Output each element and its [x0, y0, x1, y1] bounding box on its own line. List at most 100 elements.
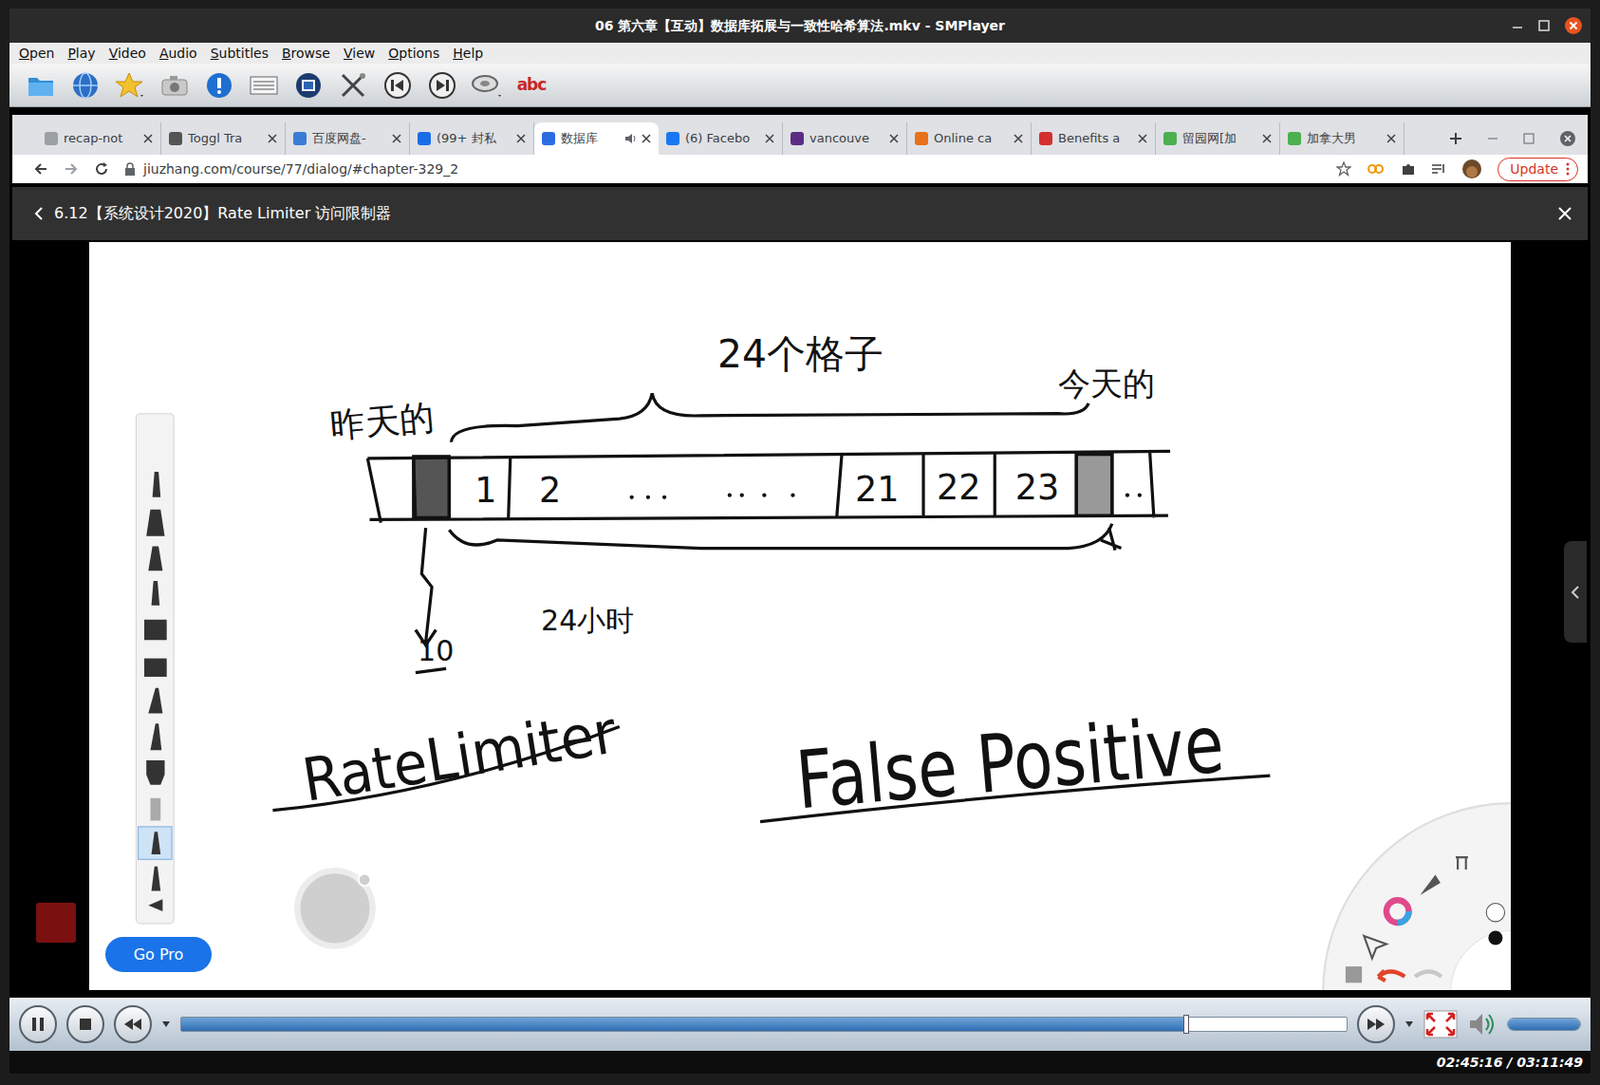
new-tab-icon[interactable] [1449, 131, 1463, 146]
open-folder-icon[interactable] [24, 69, 57, 102]
tab-label[interactable]: recap-not [63, 129, 138, 149]
volume-slider[interactable] [1506, 1017, 1582, 1031]
tab-label[interactable]: 数据库 [560, 129, 619, 149]
speaker-icon[interactable] [624, 132, 636, 145]
bookmark-star-icon[interactable] [1336, 161, 1352, 177]
browser-tab[interactable]: Benefits a [1031, 122, 1156, 155]
forward-arrow-icon[interactable] [63, 161, 79, 177]
tab-close-icon[interactable] [1137, 133, 1148, 144]
tab-label[interactable]: 留园网[加 [1182, 129, 1257, 149]
fullscreen-icon[interactable] [1423, 1009, 1458, 1039]
menu-item[interactable]: Subtitles [210, 44, 269, 62]
play-pause-button[interactable] [18, 1004, 57, 1043]
close-dialog-icon[interactable] [1557, 205, 1573, 222]
browser-tab[interactable]: (99+ 封私 [409, 122, 535, 155]
menu-item[interactable]: Browse [281, 44, 331, 62]
tab-close-icon[interactable] [391, 133, 402, 144]
seek-handle[interactable] [1183, 1014, 1190, 1034]
stop-button[interactable] [66, 1004, 105, 1043]
tab-label[interactable]: (6) Facebo [685, 129, 760, 149]
tab-close-icon[interactable] [1386, 133, 1396, 144]
tab-label[interactable]: (99+ 封私 [436, 129, 511, 149]
menu-item[interactable]: Play [67, 44, 95, 62]
rewind-button[interactable] [113, 1004, 152, 1043]
subtitles-icon[interactable]: abc [515, 69, 548, 102]
tool-palette[interactable] [135, 413, 174, 924]
tab-close-icon[interactable] [641, 133, 652, 144]
browser-tab[interactable]: Online ca [907, 122, 1032, 155]
back-chevron-icon[interactable] [33, 205, 45, 222]
video-area[interactable]: recap-not Toggl Tra 百度网盘- (99+ 封私 数据库 (6) Fac… [9, 107, 1591, 998]
tab-close-icon[interactable] [889, 133, 899, 144]
browser-tab[interactable]: 数据库 [534, 122, 659, 155]
browser-close-icon[interactable] [1559, 130, 1577, 148]
favorites-star-icon[interactable] [113, 69, 147, 102]
side-panel-toggle[interactable] [1563, 540, 1587, 643]
tab-label[interactable]: 百度网盘- [312, 129, 387, 149]
previous-icon[interactable] [381, 69, 414, 102]
volume-icon[interactable] [1467, 1009, 1498, 1039]
whiteboard[interactable]: 12212223 24个格子 昨天的 今天的 24小时 10 RateLimit… [89, 241, 1511, 990]
record-round-button[interactable] [297, 870, 373, 947]
radial-tool-menu[interactable] [1322, 802, 1511, 990]
tab-close-icon[interactable] [516, 133, 526, 144]
globe-icon[interactable] [69, 69, 102, 102]
back-arrow-icon[interactable] [33, 161, 49, 177]
rewind-icon[interactable] [122, 1016, 144, 1032]
url-field[interactable]: jiuzhang.com/course/77/dialog/#chapter-3… [143, 159, 459, 180]
playlist-icon[interactable] [247, 69, 280, 102]
extensions-puzzle-icon[interactable] [1400, 161, 1416, 177]
update-label[interactable]: Update [1509, 159, 1559, 180]
browser-tab[interactable]: 百度网盘- [285, 122, 410, 155]
profile-avatar-icon[interactable] [1461, 158, 1483, 180]
menu-item[interactable]: View [343, 44, 375, 62]
screenshot-camera-icon[interactable] [158, 69, 191, 102]
menu-item[interactable]: Options [388, 44, 440, 62]
browser-tab[interactable]: 加拿大男 [1280, 122, 1405, 155]
tab-close-icon[interactable] [143, 133, 153, 144]
disc-icon[interactable] [470, 69, 503, 102]
rewind-menu-arrow-icon[interactable] [161, 1020, 171, 1028]
browser-tab[interactable]: 留园网[加 [1155, 122, 1281, 155]
browser-tab[interactable]: (6) Facebo [658, 122, 783, 155]
subtitles-icon-text[interactable]: abc [517, 73, 547, 98]
tab-close-icon[interactable] [764, 133, 775, 144]
tab-label[interactable]: 加拿大男 [1306, 129, 1381, 149]
minimize-icon[interactable] [1510, 18, 1525, 33]
next-icon[interactable] [426, 69, 459, 102]
browser-tab[interactable]: Toggl Tra [161, 122, 286, 155]
seek-bar[interactable] [180, 1016, 1348, 1032]
browser-maximize-icon[interactable] [1523, 132, 1535, 145]
chevron-left-icon[interactable] [1570, 584, 1581, 600]
close-icon[interactable] [1563, 16, 1583, 36]
maximize-icon[interactable] [1537, 18, 1551, 33]
more-dots-icon[interactable] [1565, 162, 1570, 176]
update-button[interactable]: Update [1497, 157, 1579, 182]
tab-label[interactable]: Benefits a [1058, 129, 1133, 149]
go-pro-button[interactable]: Go Pro [105, 936, 212, 972]
tab-close-icon[interactable] [1013, 133, 1024, 144]
menu-item[interactable]: Video [109, 44, 147, 62]
browser-minimize-icon[interactable] [1487, 132, 1499, 145]
film-icon[interactable] [292, 69, 325, 102]
menu-item[interactable]: Open [18, 44, 55, 62]
pause-icon[interactable] [30, 1015, 46, 1033]
lock-icon[interactable] [124, 162, 136, 176]
tab-label[interactable]: Online ca [933, 129, 1008, 149]
preferences-tools-icon[interactable] [336, 69, 370, 102]
tab-label[interactable]: vancouve [809, 129, 884, 149]
browser-tab[interactable]: recap-not [37, 122, 162, 155]
browser-tab[interactable]: vancouve [782, 122, 908, 155]
tab-label[interactable]: Toggl Tra [187, 129, 262, 149]
menu-item[interactable]: Audio [159, 44, 198, 62]
extension-link-icon[interactable] [1366, 162, 1386, 176]
reload-icon[interactable] [93, 161, 110, 177]
forward-menu-arrow-icon[interactable] [1404, 1020, 1414, 1028]
forward-button[interactable] [1357, 1004, 1396, 1043]
media-control-icon[interactable] [1431, 161, 1447, 177]
forward-icon[interactable] [1365, 1016, 1387, 1032]
tab-close-icon[interactable] [1262, 133, 1272, 144]
stop-icon[interactable] [77, 1016, 94, 1032]
info-icon[interactable] [203, 69, 236, 102]
tab-close-icon[interactable] [267, 133, 278, 144]
